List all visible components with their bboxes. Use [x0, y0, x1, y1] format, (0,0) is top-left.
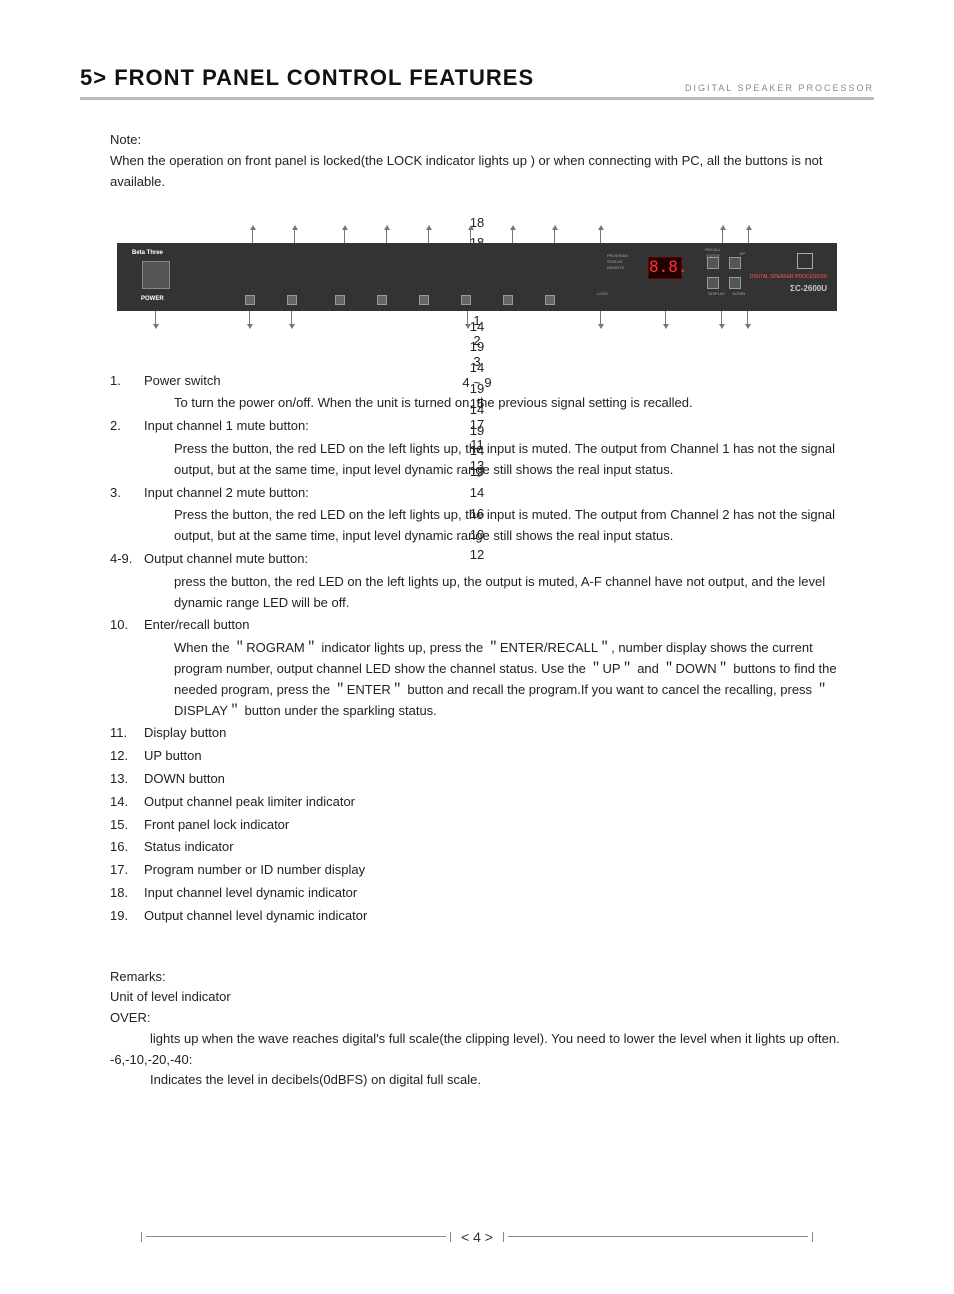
lock-label: LOCK [597, 291, 608, 297]
feature-desc: press the button, the red LED on the lef… [144, 572, 844, 614]
feature-num: 17. [110, 860, 144, 881]
mute-button-f [545, 295, 555, 305]
display-button-icon [707, 277, 719, 289]
feature-title: Output channel level dynamic indicator [144, 906, 844, 927]
remarks-db-text: Indicates the level in decibels(0dBFS) o… [110, 1070, 844, 1091]
callout-3: 3 [117, 352, 837, 373]
program-display-icon: 8.8. [648, 257, 682, 279]
note-label: Note: [110, 130, 844, 151]
remarks-over-text: lights up when the wave reaches digital'… [110, 1029, 844, 1050]
feature-body: Program number or ID number display [144, 860, 844, 881]
front-panel-diagram: 18 18 19 14 19 14 19 14 19 14 19 14 19 1… [110, 213, 844, 341]
callout-16: 16 [117, 504, 837, 525]
feature-body: Output channel level dynamic indicator [144, 906, 844, 927]
feature-item: 14.Output channel peak limiter indicator [110, 792, 844, 813]
mute-button-c [419, 295, 429, 305]
display-label: DISPLAY [708, 291, 725, 297]
brand-label: Beta Three [132, 249, 163, 259]
remarks-block: Remarks: Unit of level indicator OVER: l… [110, 967, 844, 1092]
callout-2: 2 [117, 331, 837, 352]
down-label: DOWN [732, 291, 745, 297]
feature-title: Input channel level dynamic indicator [144, 883, 844, 904]
feature-title: Display button [144, 723, 844, 744]
feature-item: 13.DOWN button [110, 769, 844, 790]
remarks-line1: Unit of level indicator [110, 987, 844, 1008]
page-number: 4 [473, 1229, 481, 1245]
callout-10: 10 [117, 525, 837, 546]
remarks-db-label: -6,-10,-20,-40: [110, 1050, 844, 1071]
page-footer: < 4 > [80, 1225, 874, 1248]
feature-num: 12. [110, 746, 144, 767]
feature-num: 11. [110, 723, 144, 744]
feature-body: Status indicator [144, 837, 844, 858]
feature-body: UP button [144, 746, 844, 767]
callout-1: 1 [117, 311, 837, 332]
feature-title: UP button [144, 746, 844, 767]
feature-num: 15. [110, 815, 144, 836]
remarks-heading: Remarks: [110, 967, 844, 988]
power-label: POWER [141, 295, 164, 305]
feature-num: 19. [110, 906, 144, 927]
callout-14f: 14 [117, 483, 837, 504]
feature-title: Output channel peak limiter indicator [144, 792, 844, 813]
feature-num: 13. [110, 769, 144, 790]
callout-11: 11 [117, 435, 837, 456]
diagram-bottom-labels: 1 2 3 4 ~ 9 15 17 11 13 [117, 311, 837, 341]
feature-body: Output channel peak limiter indicator [144, 792, 844, 813]
feature-title: Status indicator [144, 837, 844, 858]
feature-item: 16.Status indicator [110, 837, 844, 858]
feature-title: Program number or ID number display [144, 860, 844, 881]
diagram-top-labels: 18 18 19 14 19 14 19 14 19 14 19 14 19 1… [117, 213, 837, 243]
front-panel-illustration: Beta Three POWER 8.8. [117, 243, 837, 311]
feature-item: 15.Front panel lock indicator [110, 815, 844, 836]
remote-label: REMOTE [607, 265, 624, 271]
feature-title: Front panel lock indicator [144, 815, 844, 836]
section-title: 5> FRONT PANEL CONTROL FEATURES [80, 60, 534, 95]
feature-desc: When the ＂ROGRAM＂ indicator lights up, p… [144, 638, 844, 721]
up-button-icon [729, 257, 741, 269]
down-button-icon [729, 277, 741, 289]
feature-item: 11.Display button [110, 723, 844, 744]
callout-13: 13 [117, 456, 837, 477]
feature-body: Input channel level dynamic indicator [144, 883, 844, 904]
feature-item: 17.Program number or ID number display [110, 860, 844, 881]
feature-body: Front panel lock indicator [144, 815, 844, 836]
feature-num: 14. [110, 792, 144, 813]
remarks-over-label: OVER: [110, 1008, 844, 1029]
note-text: When the operation on front panel is loc… [110, 151, 844, 193]
callout-17: 17 [117, 415, 837, 436]
mute-button-in2 [287, 295, 297, 305]
mute-button-in1 [245, 295, 255, 305]
recall-label: RECALL ENTER [701, 247, 725, 260]
feature-item: 12.UP button [110, 746, 844, 767]
mute-button-b [377, 295, 387, 305]
feature-body: DOWN button [144, 769, 844, 790]
page-header: 5> FRONT PANEL CONTROL FEATURES DIGITAL … [80, 60, 874, 100]
device-subtitle: DIGITAL SPEAKER PROCESSOR [685, 81, 874, 95]
mute-button-e [503, 295, 513, 305]
up-label: UP [739, 251, 745, 257]
feature-title: Enter/recall button [144, 615, 844, 636]
feature-item: 18.Input channel level dynamic indicator [110, 883, 844, 904]
mute-button-d [461, 295, 471, 305]
callout-18a: 18 [117, 213, 837, 234]
feature-item: 10.Enter/recall buttonWhen the ＂ROGRAM＂ … [110, 615, 844, 721]
feature-num: 18. [110, 883, 144, 904]
model-label: ΣC-2600U [790, 283, 827, 296]
mute-button-a [335, 295, 345, 305]
feature-item: 19.Output channel level dynamic indicato… [110, 906, 844, 927]
feature-body: Enter/recall buttonWhen the ＂ROGRAM＂ ind… [144, 615, 844, 721]
callout-4-9: 4 ~ 9 [117, 373, 837, 394]
callout-15: 15 [117, 394, 837, 415]
note-block: Note: When the operation on front panel … [110, 130, 844, 192]
callout-12: 12 [117, 545, 837, 566]
logo-icon [797, 253, 813, 269]
product-type-label: DIGITAL SPEAKER PROCESSOR [750, 273, 827, 281]
feature-num: 16. [110, 837, 144, 858]
feature-title: DOWN button [144, 769, 844, 790]
feature-num: 10. [110, 615, 144, 721]
feature-body: Display button [144, 723, 844, 744]
power-switch-icon [142, 261, 170, 289]
